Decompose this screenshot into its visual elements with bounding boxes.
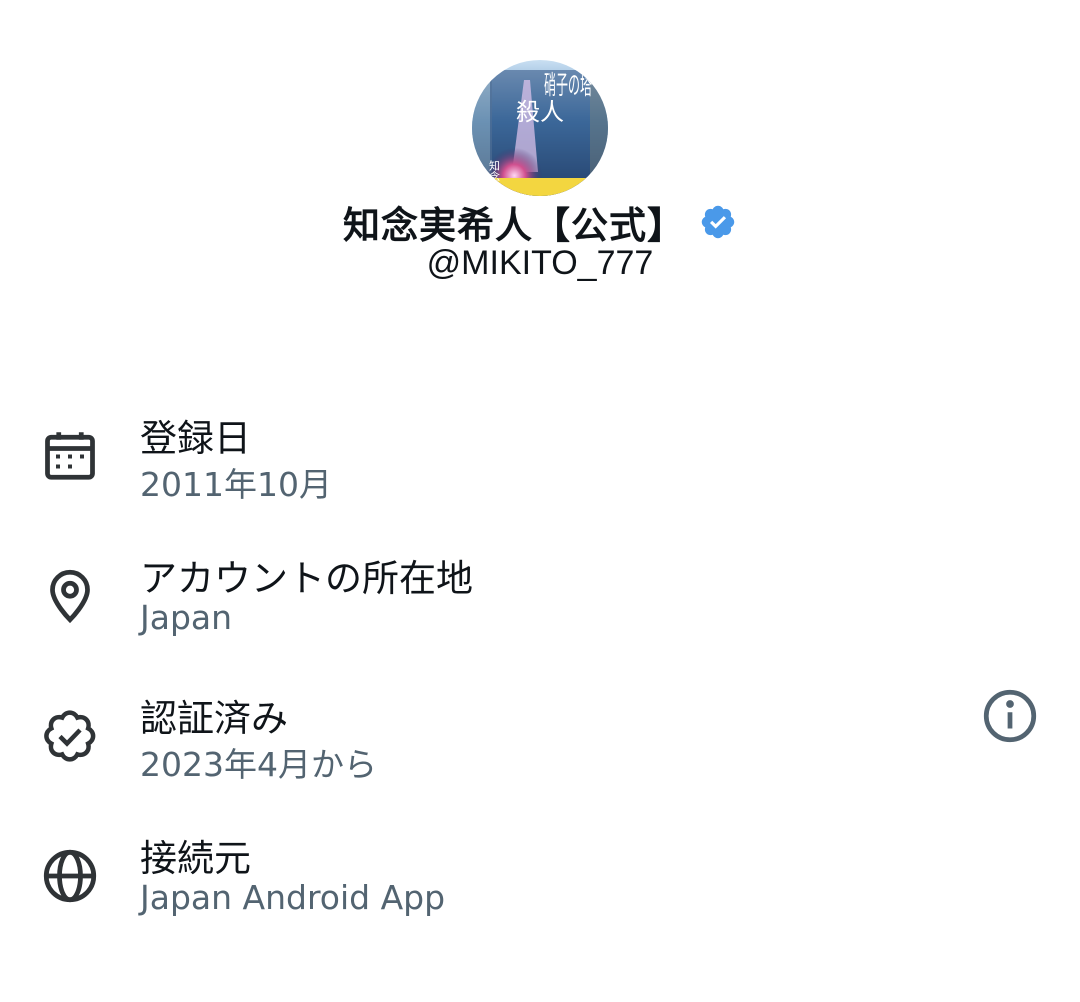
detail-title: アカウントの所在地 [140,557,473,600]
location-pin-icon [40,566,100,626]
avatar-text-3: 知念実希人 [488,159,501,196]
detail-title: 認証済み [140,697,288,740]
detail-joined: 登録日 2011年10月 [0,390,1080,520]
info-icon[interactable] [980,686,1040,746]
detail-value: 2011年10月 [140,465,332,504]
profile-header: 硝子の塔 殺人 知念実希人 知念実希人【公式】 @MIKITO_777 [0,0,1080,300]
detail-location: アカウントの所在地 Japan [0,530,1080,660]
avatar-text-1: 硝子の塔 [544,71,592,101]
detail-connected-via: 接続元 Japan Android App [0,810,1080,940]
avatar[interactable]: 硝子の塔 殺人 知念実希人 [472,60,608,196]
calendar-icon [40,426,100,486]
detail-value: Japan Android App [140,878,446,917]
avatar-text-2: 殺人 [516,98,564,126]
detail-value: Japan [140,598,233,637]
display-name: 知念実希人【公式】 [343,204,685,247]
detail-title: 接続元 [140,837,251,880]
detail-title: 登録日 [140,417,251,460]
verified-check-icon[interactable] [699,203,737,241]
detail-verified: 認証済み 2023年4月から [0,670,1080,800]
name-row: 知念実希人【公式】 [0,194,1080,250]
detail-value: 2023年4月から [140,745,377,784]
handle: @MIKITO_777 [426,244,654,282]
avatar-image: 硝子の塔 殺人 知念実希人 [472,60,608,196]
globe-icon [40,846,100,906]
verified-badge-icon [40,706,100,766]
